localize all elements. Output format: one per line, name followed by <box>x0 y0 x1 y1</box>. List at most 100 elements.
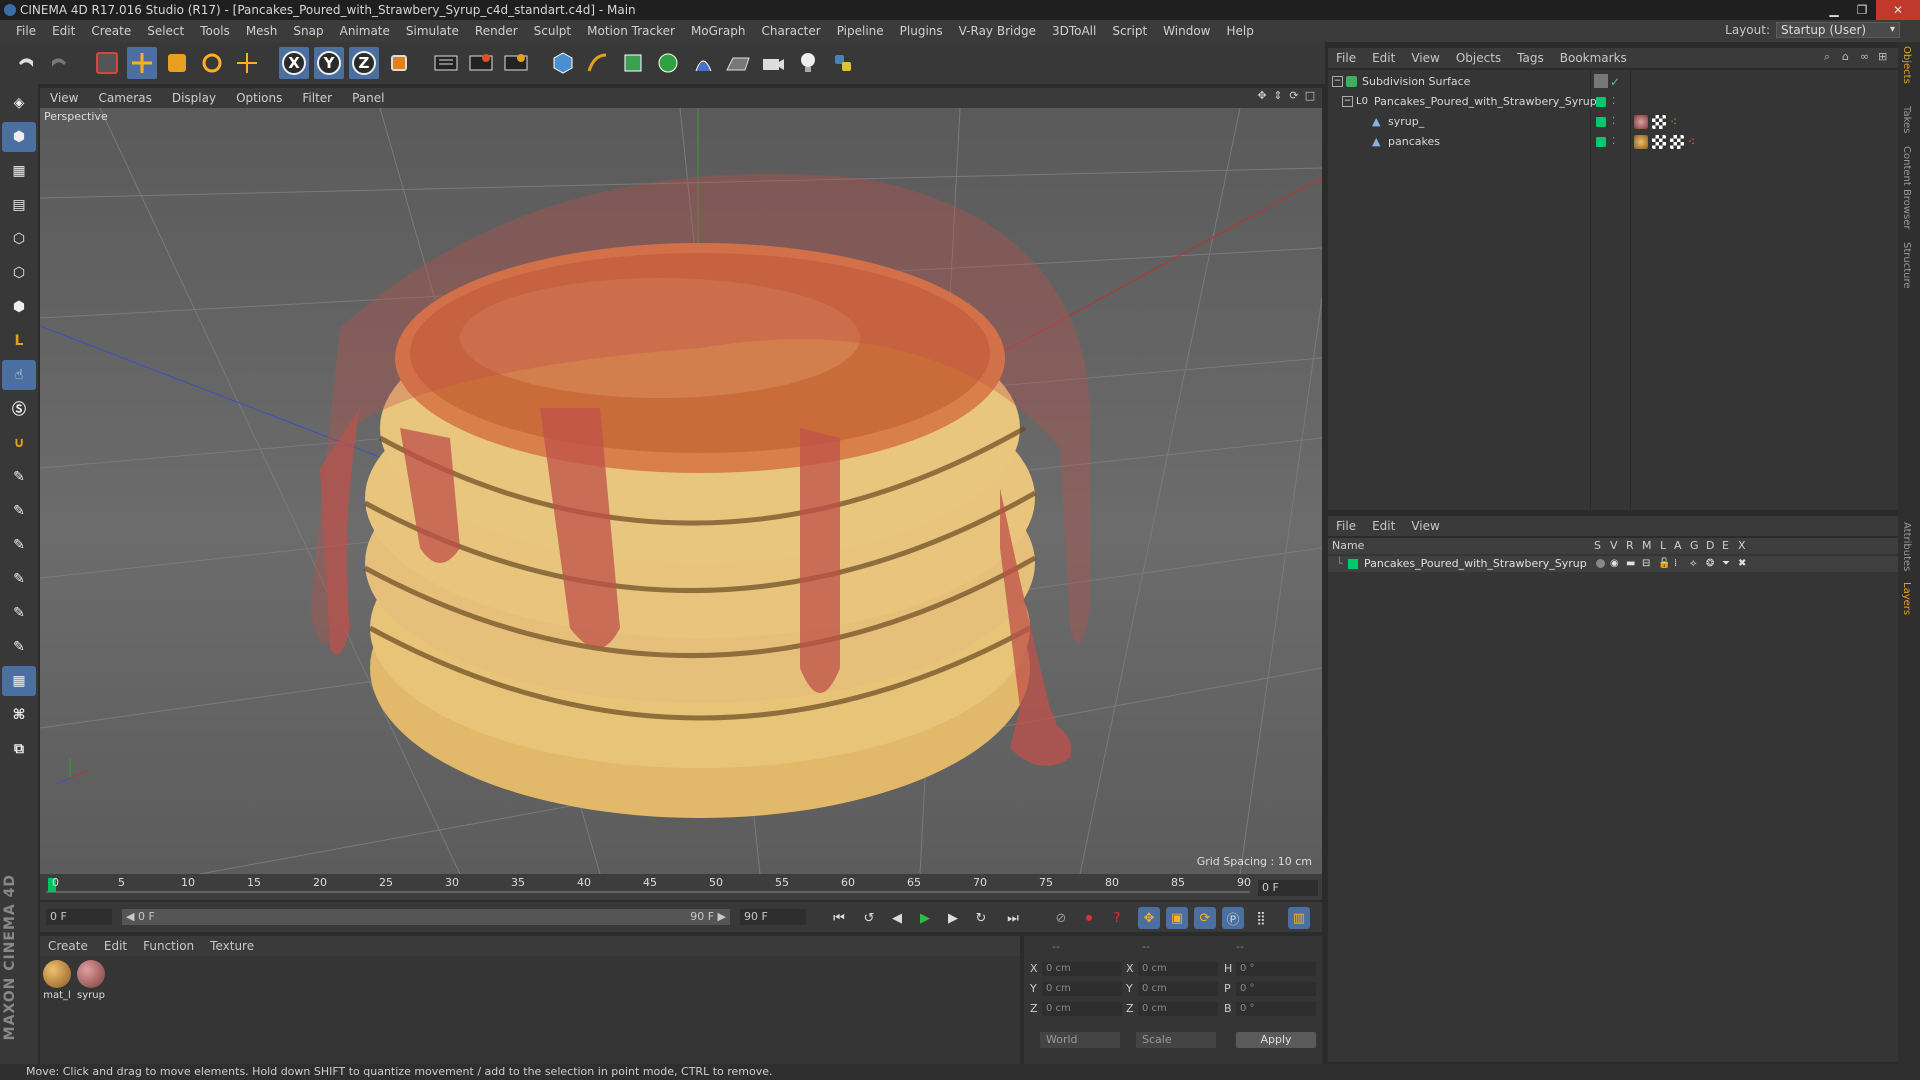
tab-attributes[interactable]: Attributes <box>1901 522 1912 571</box>
model-mode-icon[interactable]: ⬢ <box>2 122 36 152</box>
menu-simulate[interactable]: Simulate <box>398 20 467 42</box>
previous-frame-icon[interactable]: ◀ <box>886 907 908 929</box>
y-axis-toggle[interactable]: Y <box>314 47 344 79</box>
rotate-tool-icon[interactable] <box>197 47 227 79</box>
size-x-field[interactable]: 0 cm <box>1138 962 1218 976</box>
python-icon[interactable] <box>828 47 858 79</box>
phong-tag-icon[interactable]: ⁖ <box>1688 135 1702 149</box>
cloner-icon[interactable] <box>653 47 683 79</box>
position-y-field[interactable]: 0 cm <box>1042 982 1122 996</box>
new-window-icon[interactable]: ⊞ <box>1878 51 1890 63</box>
uvw-tag-icon-2[interactable] <box>1670 135 1684 149</box>
search-icon[interactable]: ⌕ <box>1824 51 1836 63</box>
layer-animation-icon[interactable]: ⁞ <box>1674 556 1677 572</box>
layer-lock-icon[interactable]: 🔓 <box>1658 556 1670 572</box>
material-tag-syrup[interactable] <box>1634 115 1648 129</box>
object-row-pancakes-group[interactable]: − L0 Pancakes_Poured_with_Strawbery_Syru… <box>1328 92 1898 112</box>
menu-pipeline[interactable]: Pipeline <box>829 20 892 42</box>
tab-structure[interactable]: Structure <box>1901 242 1912 289</box>
uvw-tag-icon[interactable] <box>1652 135 1666 149</box>
python-script-icon[interactable]: ⧉ <box>2 734 36 764</box>
autokeying-icon[interactable]: ? <box>1106 907 1128 929</box>
layer-view-eye-icon[interactable]: ◉ <box>1610 556 1619 572</box>
brush-icon-4[interactable]: ✎ <box>2 564 36 594</box>
material-menu-texture[interactable]: Texture <box>202 939 262 953</box>
viewport-menu-panel[interactable]: Panel <box>342 91 394 105</box>
material-tag-mat[interactable] <box>1634 135 1648 149</box>
snap-icon[interactable]: Ⓢ <box>2 394 36 424</box>
rotation-p-field[interactable]: 0 ° <box>1236 982 1316 996</box>
menu-render[interactable]: Render <box>467 20 526 42</box>
layers-menu-edit[interactable]: Edit <box>1364 519 1403 533</box>
material-menu-create[interactable]: Create <box>40 939 96 953</box>
render-to-picture-viewer-icon[interactable] <box>466 47 496 79</box>
transform-tool-icon[interactable] <box>232 47 262 79</box>
layer-color-tag[interactable] <box>1596 97 1606 107</box>
timeline-ruler[interactable]: 0 5 10 15 20 25 30 35 40 45 50 55 60 65 … <box>40 874 1322 900</box>
visibility-dots-icon[interactable]: ⁚ <box>1612 132 1615 152</box>
tweak-mode-icon[interactable]: ☝ <box>2 360 36 390</box>
subdivision-generator-icon[interactable] <box>618 47 648 79</box>
grid-checker-icon[interactable]: ▦ <box>2 666 36 696</box>
spline-pen-icon[interactable] <box>583 47 613 79</box>
tab-takes[interactable]: Takes <box>1901 106 1912 133</box>
layer-deformers-icon[interactable]: ❂ <box>1706 556 1714 572</box>
layer-color-tag[interactable] <box>1596 137 1606 147</box>
objects-menu-tags[interactable]: Tags <box>1509 51 1552 65</box>
object-row-pancakes[interactable]: ▲ pancakes ⁚ ⁖ <box>1328 132 1898 152</box>
make-editable-icon[interactable]: ◈ <box>2 88 36 118</box>
deformer-icon[interactable] <box>688 47 718 79</box>
editor-visibility-toggle[interactable] <box>1594 74 1608 88</box>
maximize-icon[interactable]: ❐ <box>1848 0 1876 20</box>
material-swatch-mat[interactable]: mat_l <box>42 960 72 1001</box>
close-icon[interactable]: ✕ <box>1876 0 1920 20</box>
enabled-check-icon[interactable]: ✓ <box>1610 72 1620 92</box>
key-rotation-icon[interactable]: ⟳ <box>1194 907 1216 929</box>
layer-render-icon[interactable]: ▬ <box>1626 556 1635 572</box>
brush-icon-5[interactable]: ✎ <box>2 598 36 628</box>
layer-manager-icon[interactable]: ⊟ <box>1642 556 1650 572</box>
key-pla-icon[interactable]: ⣿ <box>1250 907 1272 929</box>
play-icon[interactable]: ▶ <box>914 907 936 929</box>
material-menu-function[interactable]: Function <box>135 939 202 953</box>
layer-xref-icon[interactable]: ✖ <box>1738 556 1746 572</box>
current-frame-field[interactable]: 0 F <box>1258 880 1318 896</box>
collapse-icon[interactable]: − <box>1342 96 1353 107</box>
rotation-b-field[interactable]: 0 ° <box>1236 1002 1316 1016</box>
menu-window[interactable]: Window <box>1155 20 1218 42</box>
polygons-mode-icon[interactable]: ⬢ <box>2 292 36 322</box>
viewport-menu-filter[interactable]: Filter <box>292 91 342 105</box>
menu-tools[interactable]: Tools <box>192 20 238 42</box>
key-scale-icon[interactable]: ▣ <box>1166 907 1188 929</box>
light-icon[interactable] <box>793 47 823 79</box>
floor-scene-icon[interactable] <box>723 47 753 79</box>
start-frame-field[interactable]: 0 F <box>46 909 112 925</box>
position-x-field[interactable]: 0 cm <box>1042 962 1122 976</box>
workplane-mode-icon[interactable]: ▤ <box>2 190 36 220</box>
render-view-icon[interactable] <box>431 47 461 79</box>
tab-objects[interactable]: Objects <box>1901 46 1912 84</box>
frame-range-slider[interactable]: ◀ 0 F 90 F ▶ <box>122 909 730 925</box>
size-y-field[interactable]: 0 cm <box>1138 982 1218 996</box>
redo-icon[interactable] <box>45 47 75 79</box>
home-icon[interactable]: ⌂ <box>1842 51 1854 63</box>
orbit-icon[interactable]: ⟳ <box>1288 90 1300 102</box>
next-frame-icon[interactable]: ▶ <box>942 907 964 929</box>
end-frame-field[interactable]: 90 F <box>740 909 806 925</box>
camera-icon[interactable] <box>758 47 788 79</box>
objects-menu-edit[interactable]: Edit <box>1364 51 1403 65</box>
menu-script[interactable]: Script <box>1104 20 1155 42</box>
menu-3dtoall[interactable]: 3DToAll <box>1044 20 1104 42</box>
points-mode-icon[interactable]: ⬡ <box>2 224 36 254</box>
brush-icon-3[interactable]: ✎ <box>2 530 36 560</box>
menu-file[interactable]: File <box>8 20 44 42</box>
record-active-objects-icon[interactable]: ⏺ <box>1078 907 1100 929</box>
menu-plugins[interactable]: Plugins <box>892 20 951 42</box>
go-to-end-icon[interactable]: ⏭ <box>1002 907 1024 929</box>
material-menu-edit[interactable]: Edit <box>96 939 135 953</box>
menu-help[interactable]: Help <box>1218 20 1261 42</box>
next-key-icon[interactable]: ↻ <box>970 907 992 929</box>
layer-solo-toggle[interactable] <box>1596 559 1605 568</box>
axis-mode-icon[interactable]: L <box>2 326 36 356</box>
layer-color-tag[interactable] <box>1596 117 1606 127</box>
